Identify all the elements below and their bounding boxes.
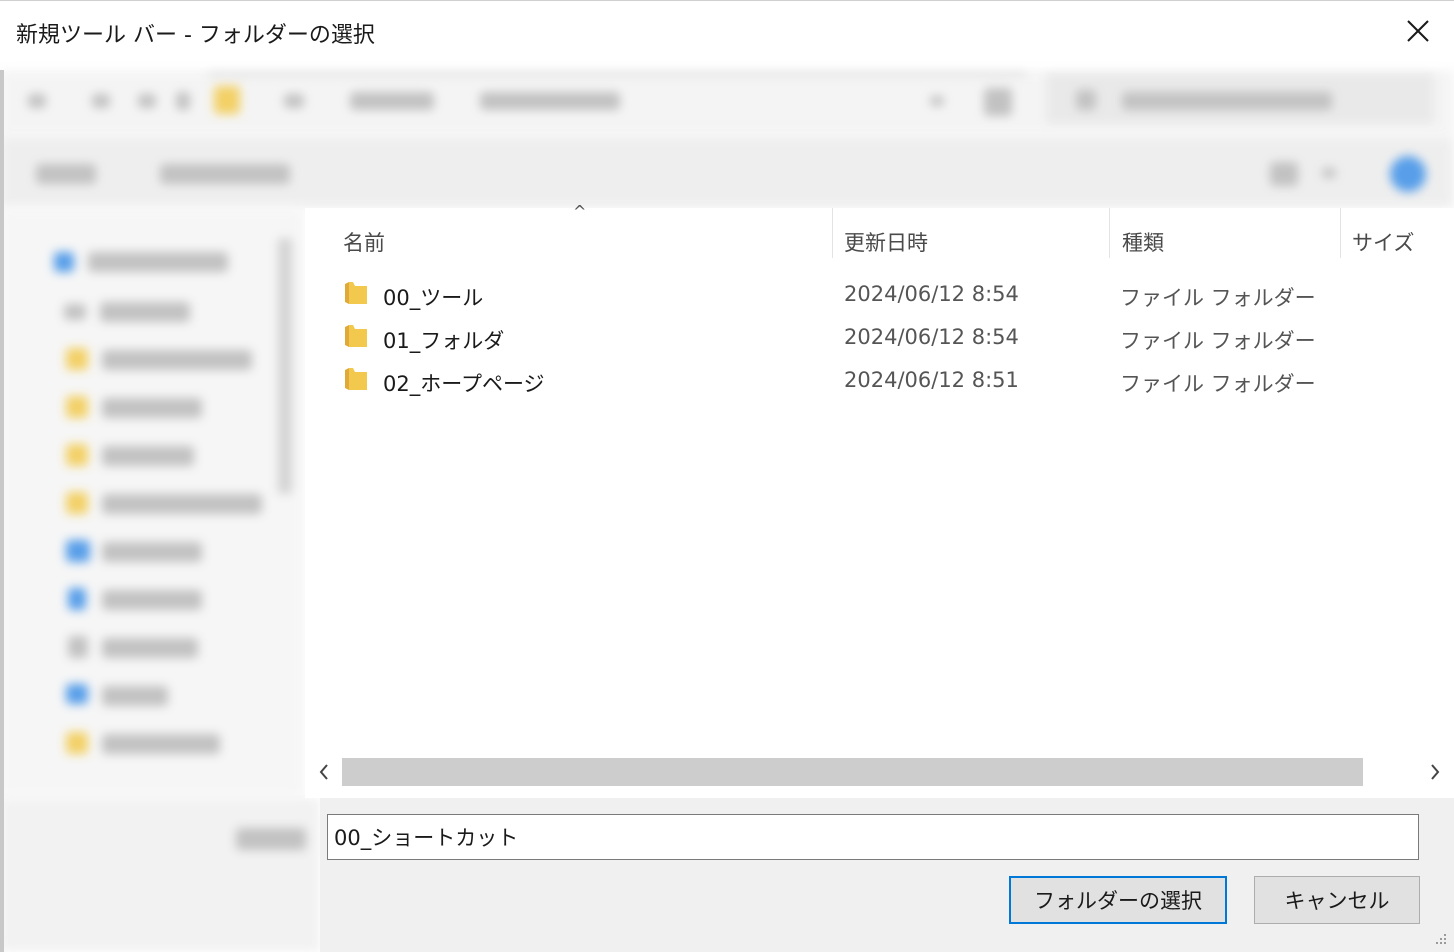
item-date: 2024/06/12 8:54 <box>844 282 1019 306</box>
folder-icon <box>345 325 367 347</box>
sort-ascending-icon: ^ <box>573 202 587 221</box>
command-bar-region <box>0 136 1454 208</box>
folder-name-input[interactable] <box>327 814 1419 860</box>
close-button[interactable] <box>1400 13 1436 49</box>
list-item[interactable]: 00_ツール 2024/06/12 8:54 ファイル フォルダー <box>341 274 1431 314</box>
column-separator[interactable] <box>832 208 833 258</box>
item-date: 2024/06/12 8:51 <box>844 368 1019 392</box>
scroll-right-button[interactable] <box>1420 758 1450 786</box>
item-name: 00_ツール <box>383 286 484 310</box>
file-list: ^ 名前 更新日時 種類 サイズ 00_ツール 2024/06/12 8:54 … <box>305 202 1454 798</box>
column-header-date[interactable]: 更新日時 <box>844 218 928 266</box>
horizontal-scrollbar[interactable] <box>305 756 1454 788</box>
scroll-left-button[interactable] <box>309 758 339 786</box>
window-edge <box>0 70 4 952</box>
column-separator[interactable] <box>1340 208 1341 258</box>
folder-icon <box>345 368 367 390</box>
column-header-name[interactable]: 名前 <box>343 218 385 266</box>
cancel-button[interactable]: キャンセル <box>1254 876 1420 924</box>
scroll-thumb[interactable] <box>342 758 1363 786</box>
address-bar-region <box>0 70 1454 136</box>
column-header-type[interactable]: 種類 <box>1122 218 1164 266</box>
close-icon <box>1407 20 1429 42</box>
title-bar: 新規ツール バー - フォルダーの選択 <box>0 0 1454 71</box>
item-date: 2024/06/12 8:54 <box>844 325 1019 349</box>
list-item[interactable]: 02_ホープページ 2024/06/12 8:51 ファイル フォルダー <box>341 360 1431 400</box>
item-name: 02_ホープページ <box>383 372 545 396</box>
folder-icon <box>345 282 367 304</box>
select-folder-button[interactable]: フォルダーの選択 <box>1009 876 1227 924</box>
item-type: ファイル フォルダー <box>1120 329 1316 353</box>
chevron-left-icon <box>319 764 328 780</box>
item-name: 01_フォルダ <box>383 329 505 353</box>
folder-label-region <box>0 798 320 952</box>
item-type: ファイル フォルダー <box>1120 286 1316 310</box>
column-separator[interactable] <box>1109 208 1110 258</box>
navigation-pane <box>0 208 305 798</box>
column-header-size[interactable]: サイズ <box>1352 218 1414 266</box>
resize-grip-icon[interactable] <box>1434 932 1448 946</box>
item-type: ファイル フォルダー <box>1120 372 1316 396</box>
list-item[interactable]: 01_フォルダ 2024/06/12 8:54 ファイル フォルダー <box>341 317 1431 357</box>
chevron-right-icon <box>1431 764 1440 780</box>
window-title: 新規ツール バー - フォルダーの選択 <box>16 23 375 48</box>
